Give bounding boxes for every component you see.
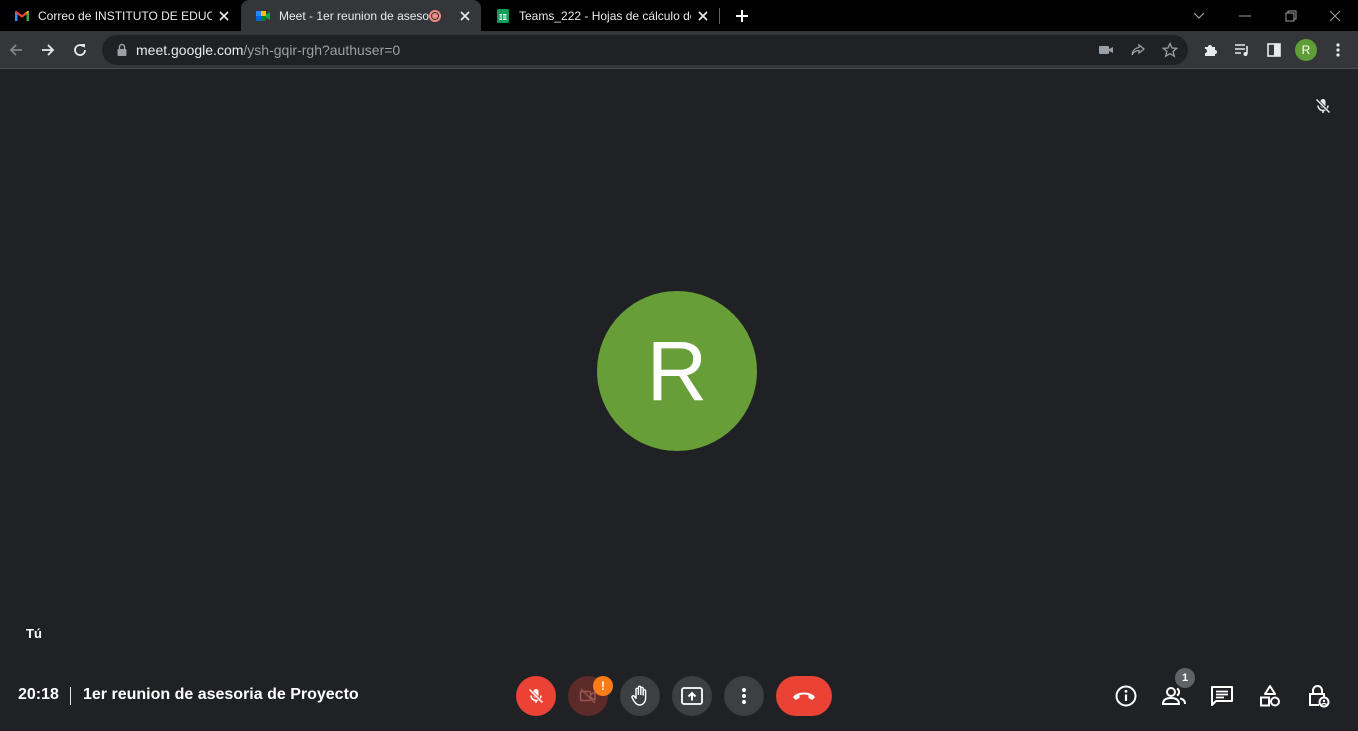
side-panel-icon — [1267, 43, 1281, 57]
leave-call-button[interactable] — [776, 676, 832, 716]
close-tab-icon[interactable] — [216, 8, 232, 24]
present-screen-icon — [681, 687, 703, 705]
microphone-toggle-button[interactable] — [516, 676, 556, 716]
camera-in-use-button[interactable] — [1096, 40, 1116, 60]
tab-title: Correo de INSTITUTO DE EDUCACIÓN — [38, 8, 212, 23]
lock-icon — [117, 43, 127, 56]
hand-icon — [631, 685, 647, 706]
url-host: meet.google.com — [136, 42, 244, 58]
people-icon — [1161, 687, 1186, 705]
new-tab-button[interactable] — [731, 5, 753, 27]
share-button[interactable] — [1128, 40, 1148, 60]
tab-strip: Correo de INSTITUTO DE EDUCACIÓN Meet - … — [0, 0, 1358, 31]
chat-icon — [1211, 686, 1233, 706]
tab-title: Teams_222 - Hojas de cálculo de Google — [519, 8, 691, 23]
divider — [70, 687, 71, 705]
forward-button[interactable] — [36, 38, 60, 62]
bookmark-button[interactable] — [1160, 40, 1180, 60]
video-camera-icon — [1099, 46, 1113, 54]
puzzle-icon — [1205, 45, 1217, 56]
close-window-button[interactable] — [1312, 0, 1358, 31]
share-icon — [1131, 43, 1146, 56]
media-controls-button[interactable] — [1230, 38, 1254, 62]
tab-separator — [719, 8, 720, 24]
tab-search-button[interactable] — [1176, 0, 1222, 31]
activities-button[interactable] — [1257, 683, 1283, 709]
minimize-icon — [1239, 15, 1251, 16]
host-controls-button[interactable] — [1305, 683, 1331, 709]
participant-avatar: R — [597, 291, 757, 451]
browser-menu-button[interactable] — [1326, 38, 1350, 62]
arrow-left-icon — [9, 44, 22, 56]
close-tab-icon[interactable] — [695, 8, 711, 24]
info-icon — [1115, 685, 1137, 707]
activities-icon — [1260, 685, 1280, 707]
minimize-button[interactable] — [1222, 0, 1268, 31]
restore-icon — [1285, 10, 1297, 21]
chat-button[interactable] — [1209, 683, 1235, 709]
sheets-icon — [497, 8, 509, 23]
back-button[interactable] — [4, 38, 28, 62]
meet-icon — [256, 10, 270, 21]
mic-off-icon — [528, 688, 544, 704]
tab-meet[interactable]: Meet - 1er reunion de asesoria — [241, 0, 481, 31]
close-tab-icon[interactable] — [457, 8, 473, 24]
plus-icon — [736, 10, 748, 22]
meeting-time: 20:18 — [18, 686, 59, 703]
present-screen-button[interactable] — [672, 676, 712, 716]
meeting-title: 1er reunion de asesoria de Proyecto — [83, 686, 359, 703]
raise-hand-button[interactable] — [620, 676, 660, 716]
url-text[interactable]: meet.google.com/ysh-gqir-rgh?authuser=0 — [136, 42, 400, 58]
more-vert-icon — [742, 688, 746, 704]
self-name-label: Tú — [26, 626, 42, 641]
camera-warning-badge[interactable]: ! — [593, 676, 613, 696]
browser-toolbar: meet.google.com/ysh-gqir-rgh?authuser=0 … — [0, 31, 1358, 69]
side-panel-button[interactable] — [1262, 38, 1286, 62]
reload-icon — [74, 44, 86, 56]
chevron-down-icon — [1193, 12, 1205, 19]
recording-indicator-icon — [429, 9, 441, 22]
restore-button[interactable] — [1268, 0, 1314, 31]
participant-count-badge: 1 — [1175, 668, 1195, 688]
close-icon — [1329, 10, 1341, 21]
hang-up-icon — [793, 692, 815, 700]
mic-off-icon — [1315, 98, 1331, 114]
lock-person-icon — [1309, 685, 1330, 708]
meeting-details-button[interactable] — [1113, 683, 1139, 709]
star-icon — [1162, 42, 1178, 58]
extensions-button[interactable] — [1198, 38, 1222, 62]
url-path: /ysh-gqir-rgh?authuser=0 — [243, 42, 401, 58]
arrow-right-icon — [42, 44, 55, 56]
profile-avatar[interactable]: R — [1295, 39, 1317, 61]
tab-sheets[interactable]: Teams_222 - Hojas de cálculo de Google — [481, 0, 719, 31]
more-options-button[interactable] — [724, 676, 764, 716]
tab-gmail[interactable]: Correo de INSTITUTO DE EDUCACIÓN — [0, 0, 240, 31]
more-vert-icon — [1336, 43, 1340, 57]
reload-button[interactable] — [68, 38, 92, 62]
playlist-icon — [1235, 44, 1248, 56]
gmail-icon — [15, 10, 29, 21]
address-bar[interactable]: meet.google.com/ysh-gqir-rgh?authuser=0 — [102, 35, 1188, 65]
tab-title: Meet - 1er reunion de asesoria — [279, 8, 429, 23]
